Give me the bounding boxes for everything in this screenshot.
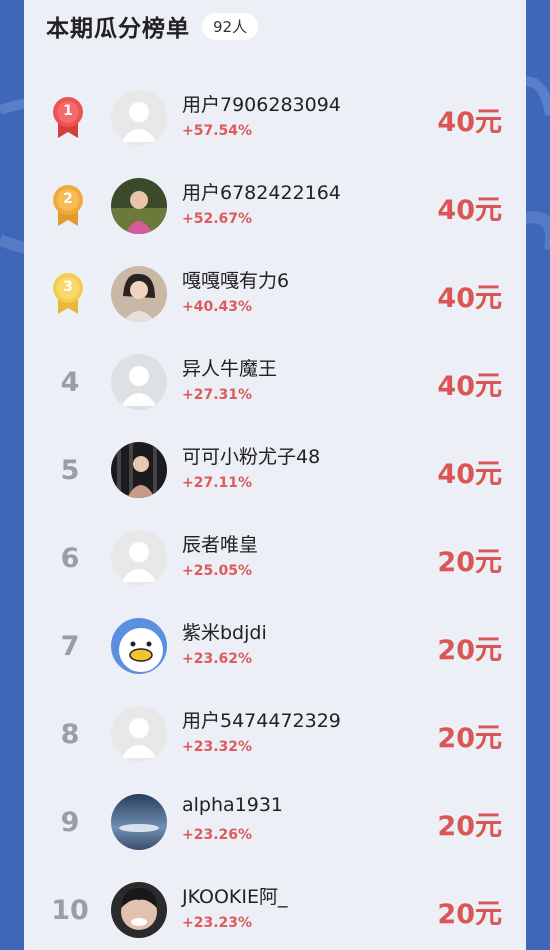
- leaderboard-row[interactable]: 10 JKOOKIE阿_ +23.23% 20元: [24, 866, 526, 950]
- gain-percent: +23.62%: [182, 651, 253, 667]
- participant-count-badge: 92人: [202, 12, 259, 40]
- default-avatar-icon[interactable]: [111, 530, 167, 586]
- rank-cell: 3: [40, 250, 100, 338]
- user-name: 嘎嘎嘎有力6: [182, 270, 290, 292]
- prize-amount: 20元: [437, 899, 502, 930]
- gain-percent: +23.32%: [182, 739, 253, 755]
- user-name: 辰者唯皇: [182, 534, 259, 556]
- leaderboard-row[interactable]: 4 异人牛魔王 +27.31% 40元: [24, 338, 526, 426]
- rank-medal-icon: 2: [52, 184, 88, 228]
- gain-percent: +52.67%: [182, 211, 253, 227]
- prize-amount: 40元: [437, 283, 502, 314]
- leaderboard-row[interactable]: 1 用户7906283094 +57.54% 40元: [24, 74, 526, 162]
- gain-percent: +40.43%: [182, 299, 253, 315]
- duck-cartoon-avatar[interactable]: [111, 618, 167, 674]
- rank-cell: 5: [40, 426, 100, 514]
- gain-percent: +57.54%: [182, 123, 253, 139]
- rank-medal-icon: 3: [52, 272, 88, 316]
- user-name: 紫米bdjdi: [182, 622, 267, 644]
- user-name: 用户6782422164: [182, 182, 341, 204]
- rank-number: 3: [63, 279, 73, 295]
- leaderboard-row[interactable]: 6 辰者唯皇 +25.05% 20元: [24, 514, 526, 602]
- rank-cell: 6: [40, 514, 100, 602]
- gain-percent: +25.05%: [182, 563, 253, 579]
- prize-amount: 40元: [437, 195, 502, 226]
- leaderboard-title: 本期瓜分榜单: [46, 16, 190, 42]
- rank-number: 10: [51, 894, 89, 926]
- leaderboard-header: 本期瓜分榜单 92人: [46, 8, 259, 44]
- rank-number: 7: [60, 630, 80, 662]
- rank-cell: 10: [40, 866, 100, 950]
- rank-number: 1: [63, 103, 73, 119]
- user-photo-avatar[interactable]: [111, 178, 167, 234]
- leaderboard-row[interactable]: 5 可可小粉尤子48 +27.11% 40元: [24, 426, 526, 514]
- user-photo-avatar[interactable]: [111, 882, 167, 938]
- gain-percent: +27.31%: [182, 387, 253, 403]
- rank-number: 4: [60, 366, 80, 398]
- sky-photo-avatar[interactable]: [111, 794, 167, 850]
- leaderboard-panel: 本期瓜分榜单 92人 1 用户7906283094 +57.54% 40元 2 …: [24, 0, 526, 950]
- user-name: 可可小粉尤子48: [182, 446, 321, 468]
- leaderboard-row[interactable]: 2 用户6782422164 +52.67% 40元: [24, 162, 526, 250]
- rank-number: 8: [60, 718, 80, 750]
- user-photo-avatar[interactable]: [111, 266, 167, 322]
- gain-percent: +23.23%: [182, 915, 253, 931]
- prize-amount: 40元: [437, 459, 502, 490]
- leaderboard-row[interactable]: 9 alpha1931 +23.26% 20元: [24, 778, 526, 866]
- rank-number: 6: [60, 542, 80, 574]
- rank-number: 9: [60, 806, 80, 838]
- rank-cell: 4: [40, 338, 100, 426]
- user-photo-avatar[interactable]: [111, 442, 167, 498]
- user-name: alpha1931: [182, 794, 284, 816]
- rank-cell: 8: [40, 690, 100, 778]
- rank-cell: 2: [40, 162, 100, 250]
- leaderboard-row[interactable]: 8 用户5474472329 +23.32% 20元: [24, 690, 526, 778]
- gain-percent: +23.26%: [182, 827, 253, 843]
- user-name: 用户5474472329: [182, 710, 341, 732]
- prize-amount: 20元: [437, 547, 502, 578]
- user-name: JKOOKIE阿_: [182, 886, 288, 908]
- gain-percent: +27.11%: [182, 475, 253, 491]
- user-name: 异人牛魔王: [182, 358, 278, 380]
- rank-medal-icon: 1: [52, 96, 88, 140]
- user-name: 用户7906283094: [182, 94, 341, 116]
- default-avatar-icon[interactable]: [111, 354, 167, 410]
- prize-amount: 40元: [437, 371, 502, 402]
- prize-amount: 40元: [437, 107, 502, 138]
- rank-number: 2: [63, 191, 73, 207]
- rank-number: 5: [60, 454, 80, 486]
- prize-amount: 20元: [437, 811, 502, 842]
- leaderboard-row[interactable]: 3 嘎嘎嘎有力6 +40.43% 40元: [24, 250, 526, 338]
- prize-amount: 20元: [437, 723, 502, 754]
- prize-amount: 20元: [437, 635, 502, 666]
- rank-cell: 1: [40, 74, 100, 162]
- rank-cell: 7: [40, 602, 100, 690]
- default-avatar-icon[interactable]: [111, 90, 167, 146]
- default-avatar-icon[interactable]: [111, 706, 167, 762]
- rank-cell: 9: [40, 778, 100, 866]
- leaderboard-row[interactable]: 7 紫米bdjdi +23.62% 20元: [24, 602, 526, 690]
